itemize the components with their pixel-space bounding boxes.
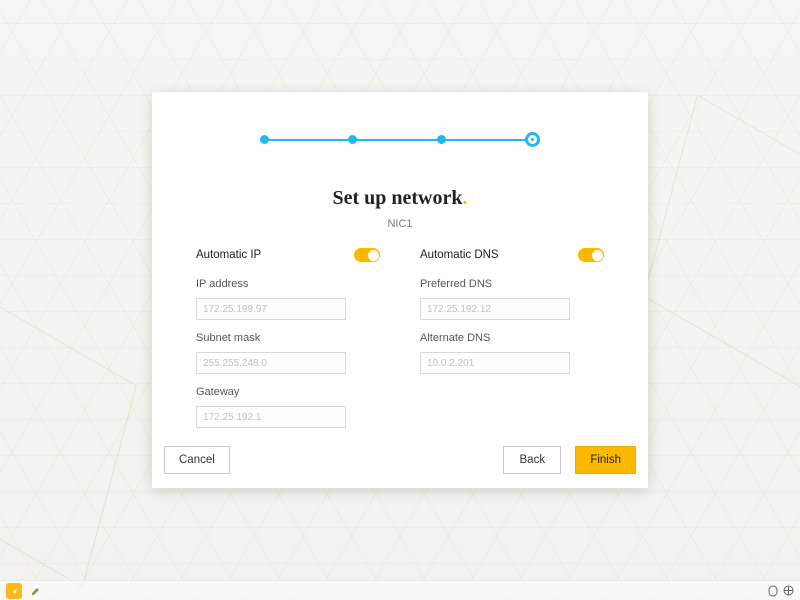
automatic-ip-toggle[interactable]: [354, 248, 380, 262]
step-3: [437, 135, 446, 144]
wizard-button-bar: Cancel Back Finish: [152, 446, 648, 474]
automatic-ip-row: Automatic IP: [196, 248, 380, 262]
step-4-current: [525, 132, 540, 147]
gateway-input[interactable]: [196, 406, 346, 428]
dns-column: Automatic DNS Preferred DNS Alternate DN…: [420, 248, 604, 428]
subnet-mask-input[interactable]: [196, 352, 346, 374]
ip-column: Automatic IP IP address Subnet mask Gate…: [196, 248, 380, 428]
system-tray: [768, 585, 794, 597]
cancel-button[interactable]: Cancel: [164, 446, 230, 474]
step-1: [260, 135, 269, 144]
back-button[interactable]: Back: [503, 446, 561, 474]
tray-mouse-icon[interactable]: [768, 585, 778, 597]
page-title: Set up network.: [190, 187, 610, 210]
automatic-dns-row: Automatic DNS: [420, 248, 604, 262]
automatic-ip-label: Automatic IP: [196, 249, 261, 261]
launcher-icon[interactable]: [6, 583, 22, 599]
alternate-dns-label: Alternate DNS: [420, 332, 604, 344]
editor-icon[interactable]: [28, 583, 44, 599]
nic-subtitle: NIC1: [190, 218, 610, 230]
preferred-dns-label: Preferred DNS: [420, 278, 604, 290]
gateway-label: Gateway: [196, 386, 380, 398]
alternate-dns-input[interactable]: [420, 352, 570, 374]
page-title-text: Set up network: [332, 187, 462, 209]
wizard-stepper: [260, 132, 540, 147]
subnet-mask-label: Subnet mask: [196, 332, 380, 344]
setup-wizard-modal: Set up network. NIC1 Automatic IP IP add…: [152, 92, 648, 488]
title-accent-dot-icon: .: [463, 187, 468, 209]
button-bar-right-group: Back Finish: [503, 446, 636, 474]
automatic-dns-toggle[interactable]: [578, 248, 604, 262]
ip-address-input[interactable]: [196, 298, 346, 320]
step-2: [348, 135, 357, 144]
stepper-progress-bar: [260, 139, 540, 141]
form-columns: Automatic IP IP address Subnet mask Gate…: [190, 248, 610, 428]
preferred-dns-input[interactable]: [420, 298, 570, 320]
ip-address-label: IP address: [196, 278, 380, 290]
automatic-dns-label: Automatic DNS: [420, 249, 499, 261]
tray-globe-icon[interactable]: [783, 585, 794, 596]
desktop-taskbar: [0, 580, 800, 600]
finish-button[interactable]: Finish: [575, 446, 636, 474]
